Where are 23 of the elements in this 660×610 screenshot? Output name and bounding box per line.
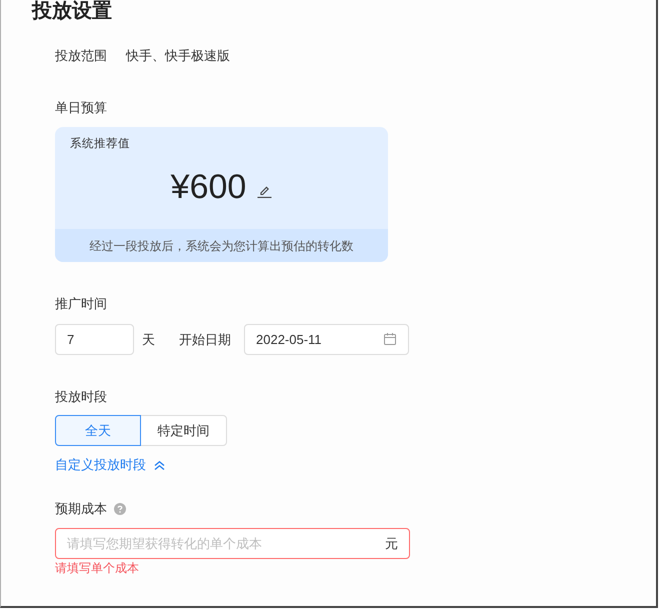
segment-option[interactable]: 全天 [55,415,141,446]
custom-slot-link[interactable]: 自定义投放时段 [55,455,146,475]
days-unit: 天 [142,330,155,349]
field-label: 投放范围 [55,47,107,66]
unit-label: 元 [385,535,398,553]
field-label: 推广时间 [55,295,107,314]
field-label: 投放时段 [55,388,107,406]
budget-amount: ¥600 [170,167,246,207]
help-icon[interactable] [114,503,126,515]
days-input[interactable]: 7 [55,324,134,355]
field-label: 预期成本 [55,500,107,518]
card-note: 经过一段投放后，系统会为您计算出预估的转化数 [90,238,354,254]
page-title: 投放设置 [32,0,112,22]
error-message: 请填写单个成本 [55,560,139,577]
calendar-icon [384,333,396,345]
field-label: 单日预算 [55,99,107,118]
pencil-icon[interactable] [257,186,272,198]
double-chevron-up-icon[interactable] [154,460,165,470]
date-field[interactable]: 2022-05-11 [244,324,409,355]
card-title: 系统推荐值 [70,136,130,152]
scope-value: 快手、快手极速版 [126,47,230,66]
field-label: 开始日期 [179,330,231,349]
segment-option[interactable]: 特定时间 [140,415,227,446]
